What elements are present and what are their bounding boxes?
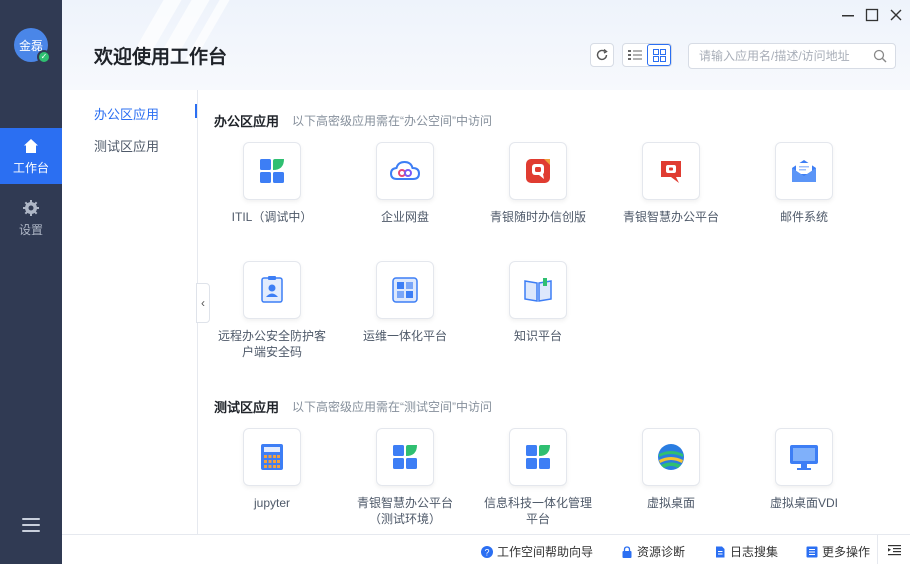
category-nav: 办公区应用 测试区应用 — [62, 90, 198, 534]
app-jupyter[interactable]: jupyter — [207, 428, 337, 511]
rail-item-label: 设置 — [18, 222, 43, 237]
app-itil[interactable]: ITIL（调试中） — [207, 142, 337, 225]
rail-item-settings[interactable]: 设置 — [0, 190, 62, 246]
app-name: 青银智慧办公平台（测试环境） — [356, 496, 453, 526]
cloud-drive-icon — [376, 142, 434, 200]
view-toggle — [622, 43, 672, 67]
mail-icon — [775, 142, 833, 200]
search-input[interactable] — [689, 44, 859, 68]
red-chat-icon — [509, 142, 567, 200]
svg-text:?: ? — [484, 547, 489, 557]
app-name: 青银随时办信创版 — [489, 210, 586, 224]
app-ops-platform[interactable]: 运维一体化平台 — [340, 261, 470, 344]
app-name: 青银智慧办公平台 — [622, 210, 719, 224]
section-note-test: 以下高密级应用需在“测试空间”中访问 — [292, 400, 492, 414]
monitor-icon — [775, 428, 833, 486]
globe-icon — [642, 428, 700, 486]
app-name: jupyter — [253, 496, 291, 510]
app-content: 办公区应用 以下高密级应用需在“办公空间”中访问 ITIL（调试中） 企业网盘 … — [200, 90, 910, 534]
hamburger-menu-icon[interactable] — [22, 518, 40, 532]
section-note-office: 以下高密级应用需在“办公空间”中访问 — [292, 114, 492, 128]
calculator-icon — [243, 428, 301, 486]
bottom-toolbar: ? 工作空间帮助向导 资源诊断 日志搜集 更多操作 — [62, 534, 910, 564]
app-it-management[interactable]: 信息科技一体化管理平台 — [473, 428, 603, 527]
category-test[interactable]: 测试区应用 — [94, 136, 159, 155]
rail-item-label: 工作台 — [12, 160, 49, 175]
app-name: 虚拟桌面VDI — [769, 496, 838, 510]
search-box — [688, 43, 896, 69]
refresh-icon — [596, 48, 608, 61]
category-office[interactable]: 办公区应用 — [94, 104, 159, 123]
app-name: ITIL（调试中） — [231, 210, 313, 224]
red-chat-icon — [642, 142, 700, 200]
list-view-icon — [628, 50, 642, 60]
page-title: 欢迎使用工作台 — [94, 47, 228, 68]
app-virtual-desktop[interactable]: 虚拟桌面 — [606, 428, 736, 511]
app-knowledge[interactable]: 知识平台 — [473, 261, 603, 344]
list-icon — [806, 546, 818, 557]
refresh-button[interactable] — [590, 43, 614, 67]
app-name: 虚拟桌面 — [646, 496, 695, 510]
resource-diagnosis-label: 资源诊断 — [637, 545, 686, 559]
app-mail[interactable]: 邮件系统 — [739, 142, 869, 225]
minimize-icon[interactable] — [840, 7, 856, 23]
home-icon — [24, 138, 38, 153]
avatar[interactable]: 金磊 ✓ — [14, 28, 51, 64]
online-check-icon: ✓ — [37, 50, 51, 64]
section-title-test: 测试区应用 — [214, 400, 280, 415]
app-name: 信息科技一体化管理平台 — [483, 496, 592, 526]
grid-view-icon — [652, 48, 666, 62]
windows-tiles-icon — [243, 142, 301, 200]
app-qingyin-office-test[interactable]: 青银智慧办公平台（测试环境） — [340, 428, 470, 527]
ops-panel-icon — [376, 261, 434, 319]
resource-diagnosis-button[interactable]: 资源诊断 — [621, 543, 685, 560]
gear-icon — [23, 199, 39, 216]
book-icon — [509, 261, 567, 319]
divider — [877, 535, 878, 564]
maximize-icon[interactable] — [864, 7, 880, 23]
more-actions-label: 更多操作 — [822, 545, 871, 559]
app-name: 企业网盘 — [380, 210, 429, 224]
more-actions-button[interactable]: 更多操作 — [806, 543, 870, 560]
log-collect-button[interactable]: 日志搜集 — [714, 543, 778, 560]
log-collect-label: 日志搜集 — [730, 545, 779, 559]
left-rail: 金磊 ✓ 工作台 设置 — [0, 0, 62, 564]
app-name: 运维一体化平台 — [362, 329, 447, 343]
app-qingyin-office[interactable]: 青银智慧办公平台 — [606, 142, 736, 225]
search-icon[interactable] — [873, 49, 887, 63]
indent-icon — [888, 545, 901, 556]
id-card-icon — [243, 261, 301, 319]
help-icon: ? — [481, 545, 493, 558]
grid-view-button[interactable] — [647, 44, 671, 66]
section-title-office: 办公区应用 — [214, 114, 280, 129]
main-panel: 欢迎使用工作台 办公区应用 测试区应用 ‹ 办公区应用 以下高 — [62, 0, 910, 564]
app-name: 知识平台 — [513, 329, 562, 343]
app-name: 邮件系统 — [779, 210, 828, 224]
windows-tiles-icon — [509, 428, 567, 486]
help-guide-button[interactable]: ? 工作空间帮助向导 — [481, 543, 593, 560]
app-name: 远程办公安全防护客户端安全码 — [217, 329, 326, 359]
document-icon — [716, 546, 725, 557]
toggle-panel-button[interactable] — [888, 544, 901, 556]
lock-icon — [622, 545, 632, 558]
list-view-button[interactable] — [623, 44, 647, 66]
app-remote-security-code[interactable]: 远程办公安全防护客户端安全码 — [207, 261, 337, 360]
rail-item-workbench[interactable]: 工作台 — [0, 128, 62, 184]
help-guide-label: 工作空间帮助向导 — [497, 545, 594, 559]
app-cloud-drive[interactable]: 企业网盘 — [340, 142, 470, 225]
app-virtual-desktop-vdi[interactable]: 虚拟桌面VDI — [739, 428, 869, 511]
app-qingyin-xinchuang[interactable]: 青银随时办信创版 — [473, 142, 603, 225]
windows-tiles-icon — [376, 428, 434, 486]
close-icon[interactable] — [888, 7, 904, 23]
category-active-indicator — [195, 104, 197, 118]
